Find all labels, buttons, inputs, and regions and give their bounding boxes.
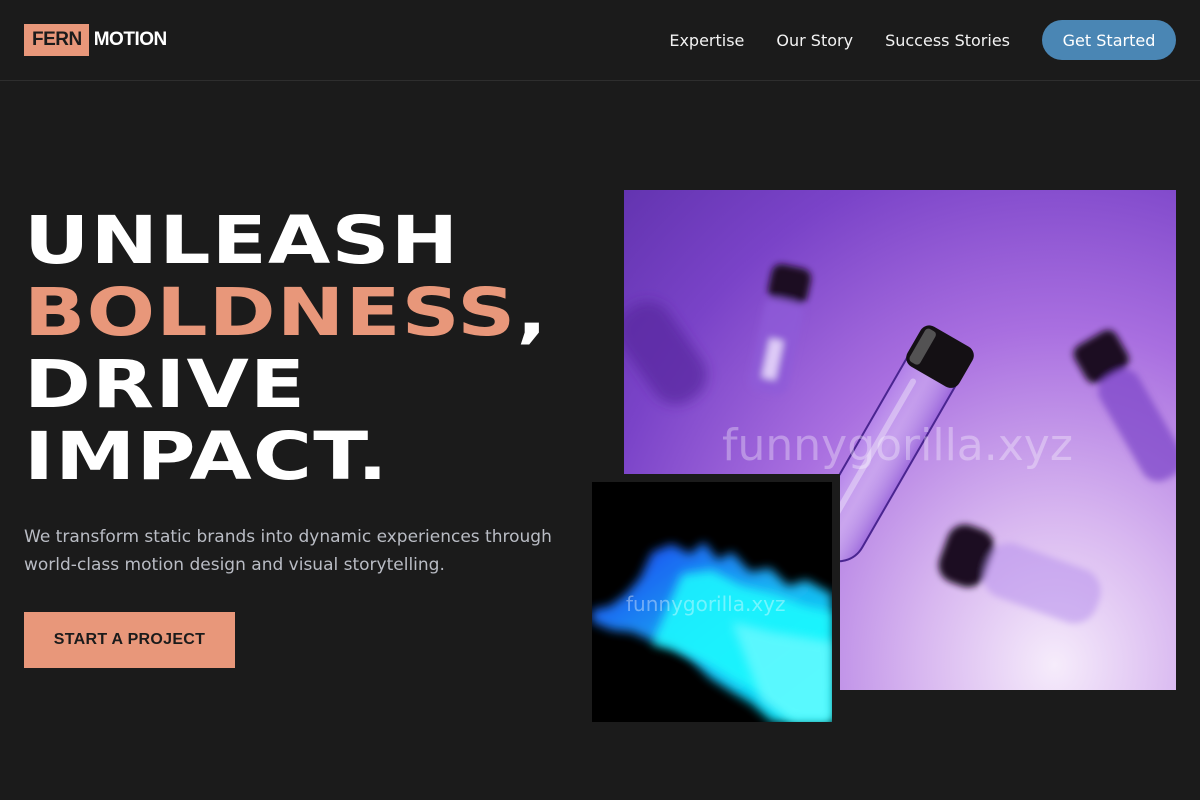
hero-subtext: We transform static brands into dynamic … <box>24 527 552 575</box>
nav-link-success-stories[interactable]: Success Stories <box>885 31 1010 50</box>
nav-link-expertise[interactable]: Expertise <box>669 31 744 50</box>
headline-line-3: DRIVE <box>24 346 307 423</box>
headline-accent-word: BOLDNESS <box>24 274 517 351</box>
watermark-large: funnygorilla.xyz <box>722 420 1073 471</box>
start-project-button[interactable]: START A PROJECT <box>24 612 235 668</box>
logo-word: MOTION <box>93 29 168 50</box>
page: FERN MOTION Expertise Our Story Success … <box>0 0 1200 800</box>
site-header: FERN MOTION Expertise Our Story Success … <box>0 0 1200 81</box>
headline-line-1: UNLEASH <box>24 202 460 279</box>
hero-image-wave: funnygorilla.xyz <box>584 474 840 730</box>
headline-comma: , <box>516 274 549 351</box>
logo[interactable]: FERN MOTION <box>24 24 167 56</box>
hero-headline: UNLEASH BOLDNESS, DRIVE IMPACT. <box>24 205 548 493</box>
watermark-small: funnygorilla.xyz <box>626 592 786 616</box>
logo-mark: FERN <box>24 24 89 56</box>
get-started-button[interactable]: Get Started <box>1042 20 1176 60</box>
main-nav: Expertise Our Story Success Stories Get … <box>669 20 1176 60</box>
headline-line-4: IMPACT. <box>24 418 389 495</box>
nav-link-our-story[interactable]: Our Story <box>776 31 853 50</box>
headline-line-2: BOLDNESS, <box>24 277 548 349</box>
